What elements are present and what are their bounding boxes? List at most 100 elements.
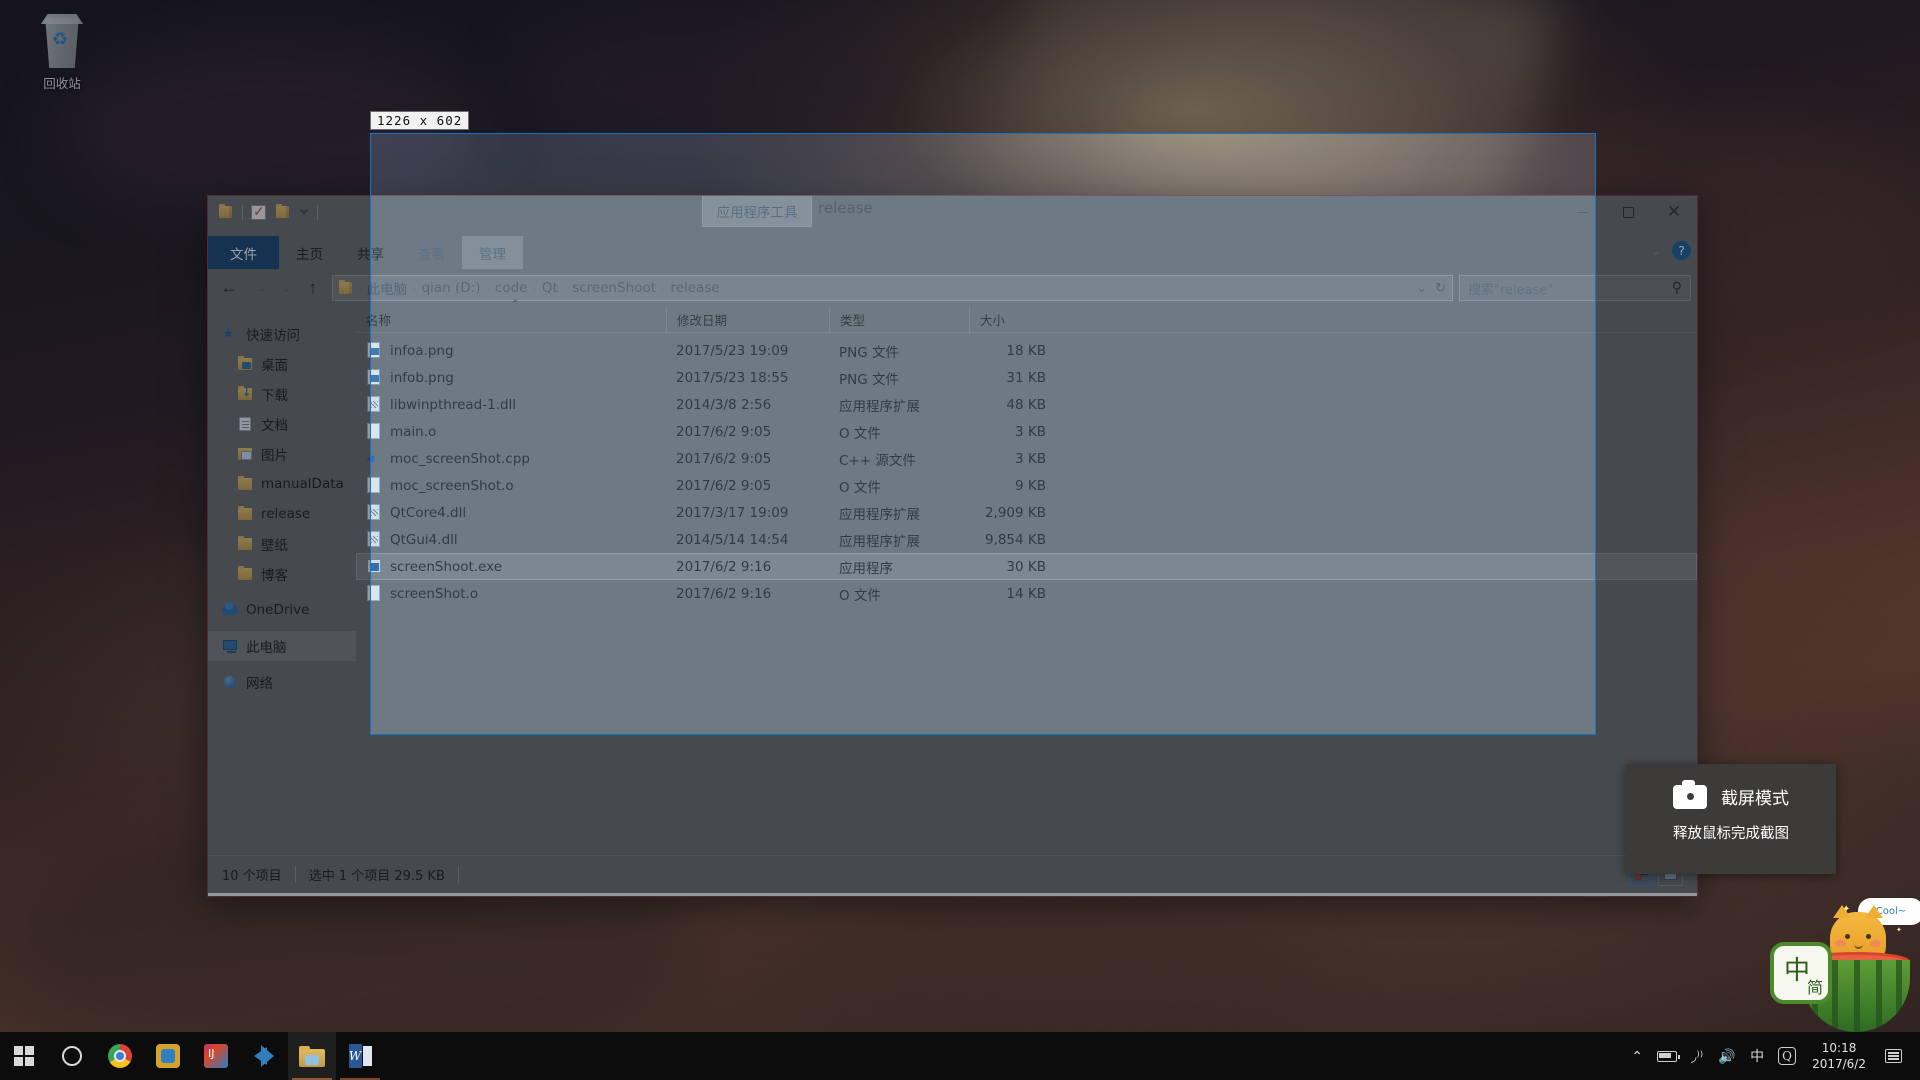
sidebar-item-manualdata[interactable]: manualData xyxy=(208,469,356,499)
dll-file-icon xyxy=(366,396,382,413)
folder-icon xyxy=(237,566,254,582)
show-hidden-icons-button[interactable]: ⌃ xyxy=(1622,1032,1652,1080)
breadcrumb-item-this-pc[interactable]: 此电脑 xyxy=(362,278,413,298)
chrome-button[interactable] xyxy=(96,1032,144,1080)
intellij-button[interactable] xyxy=(192,1032,240,1080)
action-center-button[interactable] xyxy=(1876,1032,1910,1080)
chevron-down-icon[interactable]: ⌄ xyxy=(1650,243,1661,259)
ribbon-tabs[interactable]: 文件 主页 共享 查看 管理 ⌄ ? xyxy=(208,236,1697,269)
wifi-icon[interactable]: ◞⁾⁾ xyxy=(1682,1032,1712,1080)
up-button[interactable]: ↑ xyxy=(298,274,328,302)
file-explorer-window[interactable]: 应用程序工具 release ✕ 文件 主页 共享 查看 管理 ⌄ ? ← → … xyxy=(207,195,1698,897)
sidebar-item-release[interactable]: release xyxy=(208,499,356,529)
table-row[interactable]: infoa.png 2017/5/23 19:09 PNG 文件 18 KB xyxy=(356,337,1697,364)
sidebar-item-label: 此电脑 xyxy=(246,636,287,656)
table-row[interactable]: main.o 2017/6/2 9:05 O 文件 3 KB xyxy=(356,418,1697,445)
tab-home[interactable]: 主页 xyxy=(279,236,340,269)
chevron-down-icon[interactable]: ⌄ xyxy=(1416,280,1427,296)
generic-file-icon xyxy=(366,423,382,440)
cortana-button[interactable] xyxy=(48,1032,96,1080)
window-controls[interactable]: ✕ xyxy=(1559,196,1697,228)
tab-share[interactable]: 共享 xyxy=(340,236,401,269)
file-list-pane[interactable]: ⌃ 名称 修改日期 类型 大小 infoa.png 2017/5/23 19:0 xyxy=(356,307,1697,855)
taskbar[interactable]: W ⌃ ◞⁾⁾ 🔊 中 Q 10:18 2017/6/2 xyxy=(0,1032,1920,1080)
table-row[interactable]: infob.png 2017/5/23 18:55 PNG 文件 31 KB xyxy=(356,364,1697,391)
sidebar-item-blog[interactable]: 博客 xyxy=(208,559,356,589)
sidebar-item-label: 壁纸 xyxy=(261,534,288,554)
ime-mode-indicator[interactable]: 中 xyxy=(1742,1032,1772,1080)
address-bar[interactable]: ← → ⌄ ↑ › 此电脑 › qian (D:) › code › Qt › … xyxy=(208,269,1697,307)
column-headers[interactable]: ⌃ 名称 修改日期 类型 大小 xyxy=(356,307,1697,333)
column-header-type[interactable]: 类型 xyxy=(829,307,969,333)
table-row[interactable]: screenShot.o 2017/6/2 9:16 O 文件 14 KB xyxy=(356,580,1697,607)
sidebar-item-wallpaper[interactable]: 壁纸 xyxy=(208,529,356,559)
file-type: PNG 文件 xyxy=(829,341,969,361)
ime-status-indicator[interactable]: Cool~ ✦ ✦ 中 简 xyxy=(1768,890,1920,1040)
new-folder-icon[interactable] xyxy=(274,204,291,221)
sidebar-item-quick-access[interactable]: ★ 快速访问 xyxy=(208,319,356,349)
properties-checkbox-icon[interactable] xyxy=(251,205,266,220)
file-type: 应用程序扩展 xyxy=(829,503,969,523)
explorer-button[interactable] xyxy=(288,1032,336,1080)
breadcrumb-item-screenshoot[interactable]: screenShoot xyxy=(567,280,661,296)
desktop-icon-recycle-bin[interactable]: ♻ 回收站 xyxy=(12,12,112,92)
battery-icon[interactable] xyxy=(1652,1032,1682,1080)
table-row[interactable]: libwinpthread-1.dll 2014/3/8 2:56 应用程序扩展… xyxy=(356,391,1697,418)
table-row[interactable]: QtGui4.dll 2014/5/14 14:54 应用程序扩展 9,854 … xyxy=(356,526,1697,553)
tab-file[interactable]: 文件 xyxy=(208,236,279,269)
sidebar-item-this-pc[interactable]: 此电脑 xyxy=(208,631,356,661)
table-row[interactable]: ◀ moc_screenShot.cpp 2017/6/2 9:05 C++ 源… xyxy=(356,445,1697,472)
vscode-button[interactable] xyxy=(240,1032,288,1080)
recent-locations-button[interactable]: ⌄ xyxy=(274,274,298,302)
minimize-button[interactable] xyxy=(1559,196,1605,228)
table-row[interactable]: screenShoot.exe 2017/6/2 9:16 应用程序 30 KB xyxy=(356,553,1697,580)
file-size: 18 KB xyxy=(969,343,1054,359)
breadcrumb-item-drive-d[interactable]: qian (D:) xyxy=(417,280,486,296)
maximize-button[interactable] xyxy=(1605,196,1651,228)
sidebar-item-pictures[interactable]: 图片 📌 xyxy=(208,439,356,469)
sidebar-item-documents[interactable]: 文档 📌 xyxy=(208,409,356,439)
forward-button[interactable]: → xyxy=(244,274,274,302)
quick-access-toolbar[interactable] xyxy=(217,204,318,221)
folder-icon xyxy=(237,536,254,552)
system-tray[interactable]: ⌃ ◞⁾⁾ 🔊 中 Q 10:18 2017/6/2 xyxy=(1622,1032,1920,1080)
file-date: 2017/6/2 9:16 xyxy=(666,559,829,575)
tab-view[interactable]: 查看 xyxy=(401,236,462,269)
sidebar-item-desktop[interactable]: 桌面 📌 xyxy=(208,349,356,379)
back-button[interactable]: ← xyxy=(214,274,244,302)
table-row[interactable]: moc_screenShot.o 2017/6/2 9:05 O 文件 9 KB xyxy=(356,472,1697,499)
qq-icon[interactable]: Q xyxy=(1772,1032,1802,1080)
start-button[interactable] xyxy=(0,1032,48,1080)
recycle-bin-label: 回收站 xyxy=(12,73,112,92)
breadcrumb-item-release[interactable]: release xyxy=(665,280,724,296)
close-button[interactable]: ✕ xyxy=(1651,196,1697,228)
column-header-date[interactable]: 修改日期 xyxy=(666,307,829,333)
breadcrumb-item-qt[interactable]: Qt xyxy=(537,280,563,296)
navigation-pane[interactable]: ★ 快速访问 桌面 📌 下载 📌 文档 📌 图片 📌 xyxy=(208,307,356,855)
refresh-icon[interactable]: ↻ xyxy=(1435,280,1446,296)
sidebar-item-network[interactable]: 网络 xyxy=(208,667,356,697)
column-header-name[interactable]: ⌃ 名称 xyxy=(356,307,666,333)
customize-caret-icon[interactable] xyxy=(299,210,309,215)
breadcrumb[interactable]: › 此电脑 › qian (D:) › code › Qt › screenSh… xyxy=(332,275,1453,301)
word-button[interactable]: W xyxy=(336,1032,384,1080)
app-button[interactable] xyxy=(144,1032,192,1080)
clock[interactable]: 10:18 2017/6/2 xyxy=(1802,1040,1876,1072)
file-size: 9,854 KB xyxy=(969,532,1054,548)
folder-icon[interactable] xyxy=(217,204,234,221)
column-header-size[interactable]: 大小 xyxy=(969,307,1054,333)
table-row[interactable]: QtCore4.dll 2017/3/17 19:09 应用程序扩展 2,909… xyxy=(356,499,1697,526)
tab-manage[interactable]: 管理 xyxy=(462,236,523,269)
dll-file-icon xyxy=(366,504,382,521)
ime-script-char: 简 xyxy=(1807,974,1823,998)
png-file-icon xyxy=(366,369,382,386)
help-button[interactable]: ? xyxy=(1672,241,1691,260)
search-icon[interactable]: ⚲ xyxy=(1672,280,1682,296)
sidebar-item-onedrive[interactable]: OneDrive xyxy=(208,595,356,625)
search-input[interactable]: 搜索"release" ⚲ xyxy=(1459,275,1691,301)
sidebar-item-downloads[interactable]: 下载 📌 xyxy=(208,379,356,409)
title-bar[interactable]: 应用程序工具 release ✕ xyxy=(208,196,1697,236)
breadcrumb-item-code[interactable]: code xyxy=(490,280,533,296)
volume-icon[interactable]: 🔊 xyxy=(1712,1032,1742,1080)
ime-mode-badge[interactable]: 中 简 xyxy=(1770,942,1832,1004)
